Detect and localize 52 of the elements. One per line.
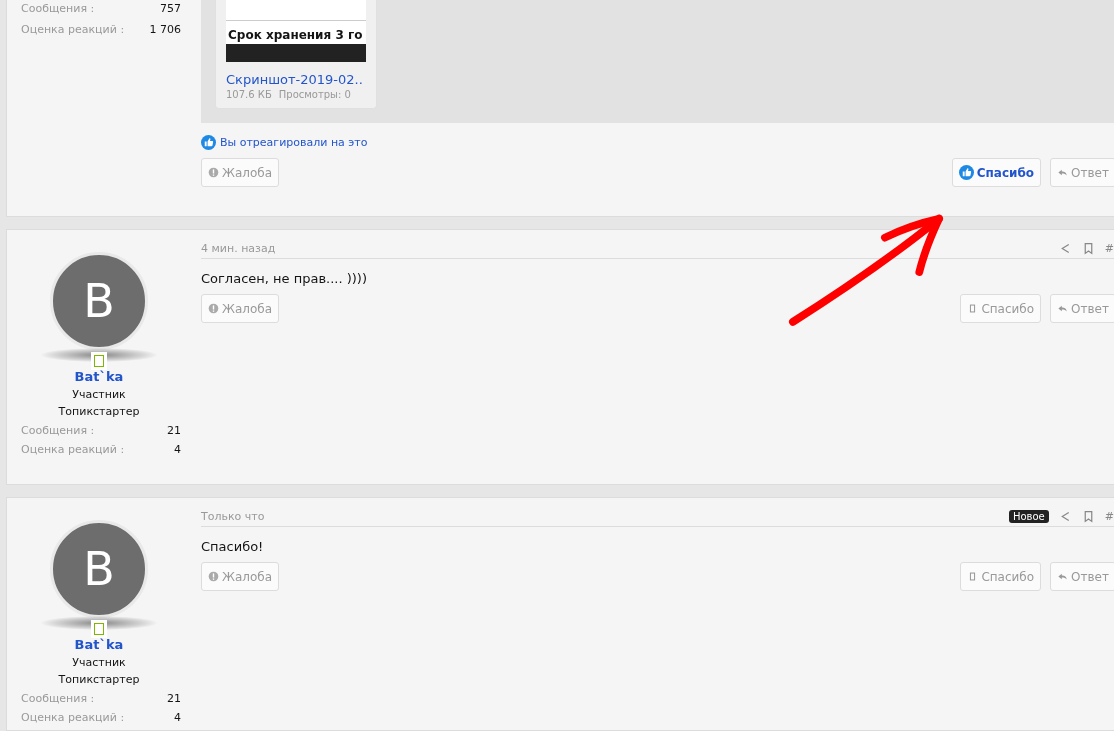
reply-arrow-icon: [1057, 167, 1069, 178]
reply-arrow-icon: [1057, 303, 1069, 314]
post-time[interactable]: Только что: [201, 510, 265, 523]
reply-button[interactable]: Ответ: [1050, 158, 1114, 187]
stat-label: Сообщения :: [21, 424, 95, 437]
report-button[interactable]: Жалоба: [201, 562, 280, 591]
stat-label: Сообщения :: [21, 692, 95, 705]
view-count: Просмотры: 0: [278, 89, 351, 100]
stat-value: 4: [174, 443, 181, 456]
thumbs-up-icon: [201, 135, 216, 150]
file-name-link[interactable]: Скриншот-2019-02..: [226, 72, 376, 87]
user-title: Топикстартер: [58, 405, 140, 418]
stat-label: Оценка реакций :: [21, 23, 125, 36]
stat-value: 757: [160, 2, 181, 15]
exclamation-icon: [208, 167, 219, 178]
post-text: Спасибо!: [201, 539, 265, 554]
exclamation-icon: [208, 303, 219, 314]
stat-label: Оценка реакций :: [21, 711, 125, 724]
user-title: Участник: [72, 388, 126, 401]
exclamation-icon: [208, 571, 219, 582]
reply-arrow-icon: [1057, 571, 1069, 582]
stat-value: 21: [167, 424, 181, 437]
username-link[interactable]: Bat`ka: [74, 637, 124, 652]
like-button[interactable]: Спасибо: [951, 158, 1042, 187]
post-text: Согласен, не прав.... )))): [201, 271, 368, 286]
user-title: Топикстартер: [58, 673, 140, 686]
report-button[interactable]: Жалоба: [201, 294, 280, 323]
share-icon: [1058, 510, 1072, 523]
thumbs-up-icon: [958, 165, 974, 180]
stat-label: Оценка реакций :: [21, 443, 125, 456]
share-icon: [1058, 242, 1072, 255]
user-avatar[interactable]: B: [50, 252, 148, 350]
like-button[interactable]: Спасибо: [960, 562, 1042, 591]
reply-button[interactable]: Ответ: [1050, 294, 1114, 323]
post-time[interactable]: 4 мин. назад: [201, 242, 276, 255]
stat-value: 21: [167, 692, 181, 705]
user-avatar[interactable]: B: [50, 520, 148, 618]
user-title: Участник: [72, 656, 126, 669]
reaction-link[interactable]: Вы отреагировали на это: [220, 136, 368, 149]
post-number-link[interactable]: #: [1104, 242, 1114, 255]
stat-value: 1 706: [149, 23, 181, 36]
thumbnail-headline: Срок хранения 3 го: [227, 27, 364, 44]
post-number-link[interactable]: #: [1104, 510, 1114, 523]
stat-label: Сообщения :: [21, 2, 95, 15]
file-size: 107.6 КБ: [226, 89, 272, 100]
username-link[interactable]: Bat`ka: [74, 369, 124, 384]
reply-button[interactable]: Ответ: [1050, 562, 1114, 591]
report-button[interactable]: Жалоба: [201, 158, 280, 187]
new-badge: Новое: [1008, 510, 1049, 523]
attachment-card[interactable]: Срок хранения 3 го Скриншот-2019-02.. 107.6 КБ Просмотры: 0: [215, 0, 377, 109]
stat-value: 4: [174, 711, 181, 724]
like-button[interactable]: Спасибо: [960, 294, 1042, 323]
